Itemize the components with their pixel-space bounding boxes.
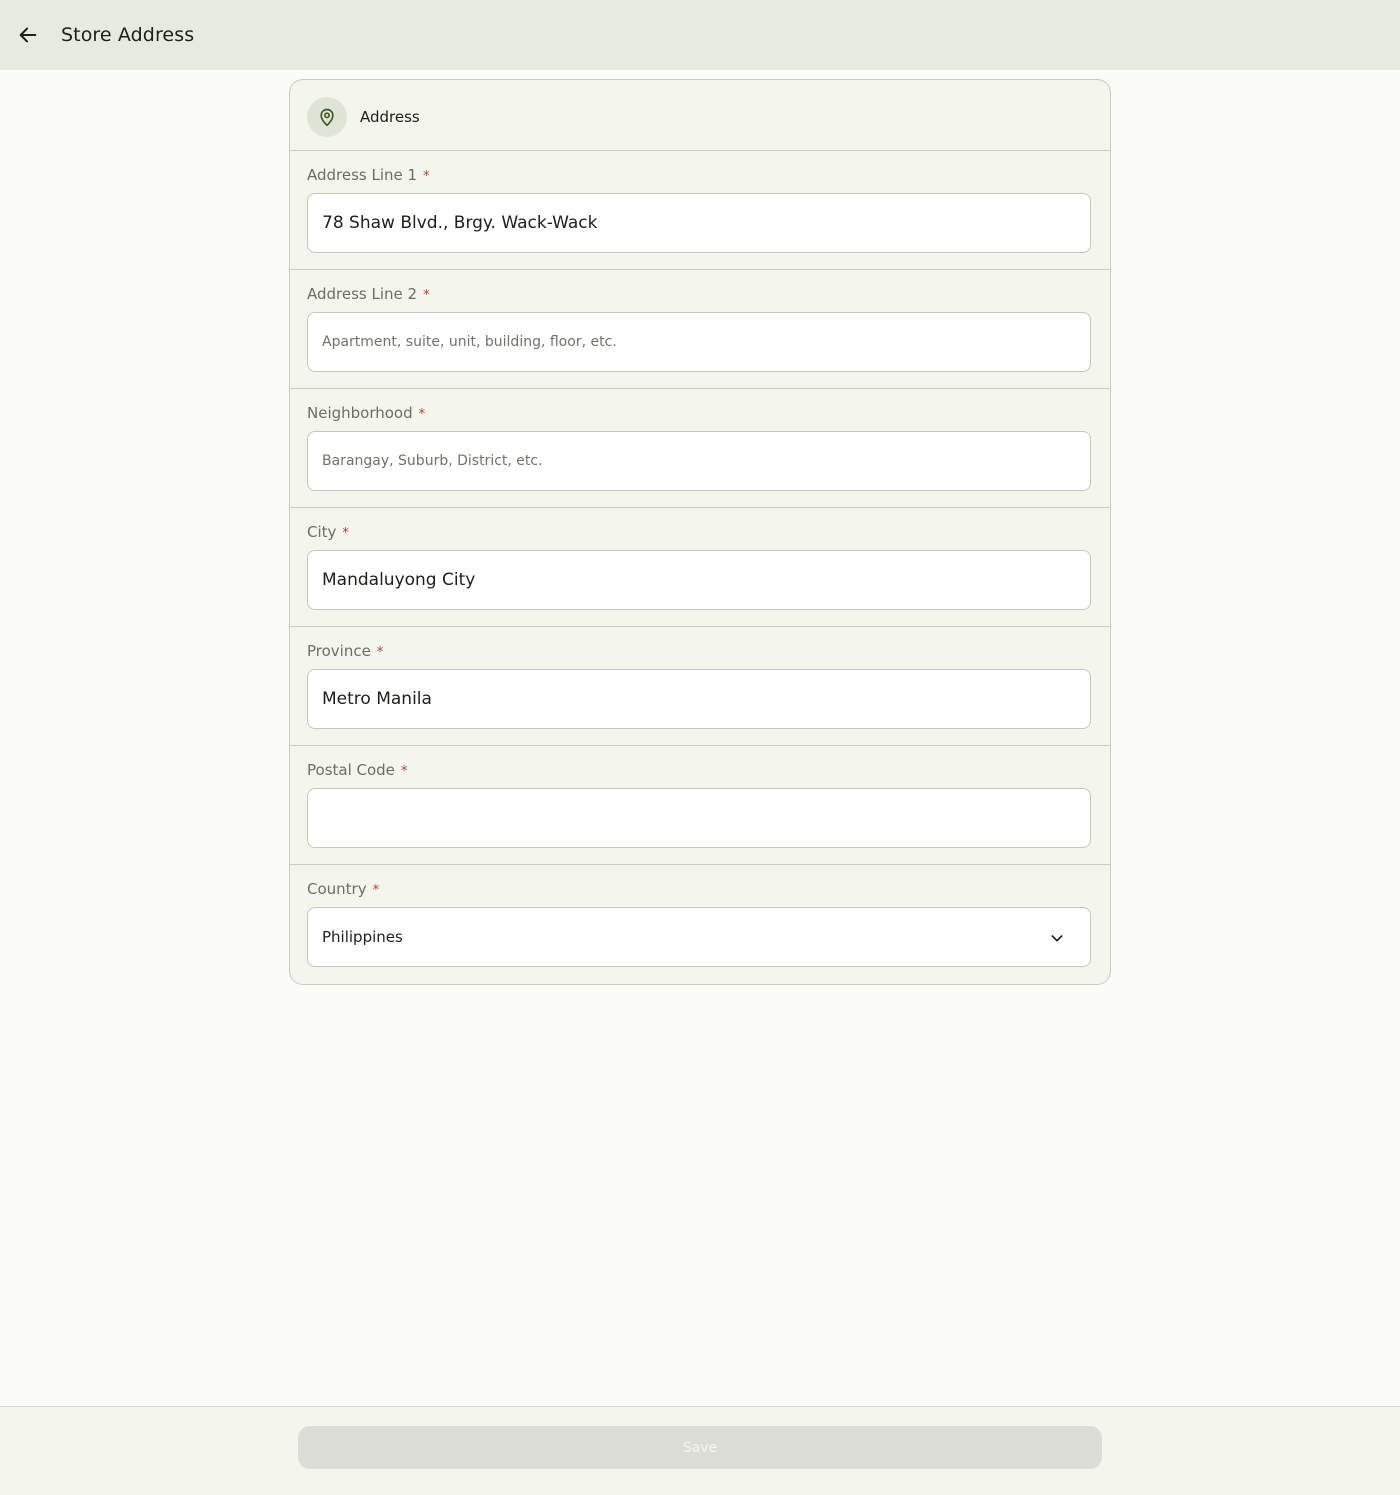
neighborhood-label: Neighborhood bbox=[307, 404, 413, 422]
field-label: Address Line 1 * bbox=[307, 165, 430, 187]
address-line-1-value: 78 Shaw Blvd., Brgy. Wack-Wack bbox=[322, 213, 598, 233]
field-postal-code: Postal Code * bbox=[290, 746, 1110, 865]
required-marker: * bbox=[376, 645, 384, 660]
required-marker: * bbox=[400, 764, 408, 779]
country-label: Country bbox=[307, 880, 367, 898]
field-address-line-1: Address Line 1 * 78 Shaw Blvd., Brgy. Wac… bbox=[290, 151, 1110, 270]
arrow-left-icon bbox=[19, 27, 37, 43]
field-label: Country * bbox=[307, 879, 379, 901]
field-city: City * Mandaluyong City bbox=[290, 508, 1110, 627]
field-label: Postal Code * bbox=[307, 760, 407, 782]
city-label: City bbox=[307, 523, 337, 541]
province-label: Province bbox=[307, 642, 371, 660]
required-marker: * bbox=[423, 288, 430, 303]
required-marker: * bbox=[372, 883, 380, 898]
address-line-2-input[interactable]: Apartment, suite, unit, building, floor,… bbox=[307, 312, 1091, 372]
card-header: Address bbox=[290, 80, 1110, 151]
address-line-1-input[interactable]: 78 Shaw Blvd., Brgy. Wack-Wack bbox=[307, 193, 1091, 253]
country-selected-value: Philippines bbox=[322, 928, 403, 946]
address-line-2-placeholder: Apartment, suite, unit, building, floor,… bbox=[322, 334, 617, 350]
postal-code-input[interactable] bbox=[307, 788, 1091, 848]
top-app-bar: Store Address bbox=[0, 0, 1400, 70]
save-button[interactable]: Save bbox=[298, 1426, 1102, 1469]
back-button[interactable] bbox=[8, 15, 48, 55]
field-country: Country * Philippines bbox=[290, 865, 1110, 983]
address-line-2-label: Address Line 2 bbox=[307, 285, 418, 303]
chevron-down-icon bbox=[1048, 929, 1066, 947]
field-label: Neighborhood * bbox=[307, 403, 425, 425]
field-label: Address Line 2 * bbox=[307, 284, 430, 306]
province-input[interactable]: Metro Manila bbox=[307, 669, 1091, 729]
field-province: Province * Metro Manila bbox=[290, 627, 1110, 746]
neighborhood-input[interactable]: Barangay, Suburb, District, etc. bbox=[307, 431, 1091, 491]
field-neighborhood: Neighborhood * Barangay, Suburb, District… bbox=[290, 389, 1110, 508]
bottom-action-bar: Save bbox=[0, 1406, 1400, 1495]
page-title: Store Address bbox=[61, 24, 195, 46]
required-marker: * bbox=[418, 407, 426, 422]
card-title: Address bbox=[360, 108, 420, 126]
field-address-line-2: Address Line 2 * Apartment, suite, unit, … bbox=[290, 270, 1110, 389]
city-input[interactable]: Mandaluyong City bbox=[307, 550, 1091, 610]
province-value: Metro Manila bbox=[322, 689, 432, 709]
neighborhood-placeholder: Barangay, Suburb, District, etc. bbox=[322, 453, 543, 469]
postal-code-label: Postal Code bbox=[307, 761, 395, 779]
required-marker: * bbox=[423, 169, 430, 184]
country-select[interactable]: Philippines bbox=[307, 907, 1091, 967]
city-value: Mandaluyong City bbox=[322, 570, 476, 590]
address-card: Address Address Line 1 * 78 Shaw Blvd., B… bbox=[289, 79, 1111, 985]
field-label: City * bbox=[307, 522, 349, 544]
required-marker: * bbox=[342, 526, 349, 541]
address-line-1-label: Address Line 1 bbox=[307, 166, 418, 184]
location-pin-icon bbox=[307, 97, 347, 137]
field-label: Province * bbox=[307, 641, 383, 663]
